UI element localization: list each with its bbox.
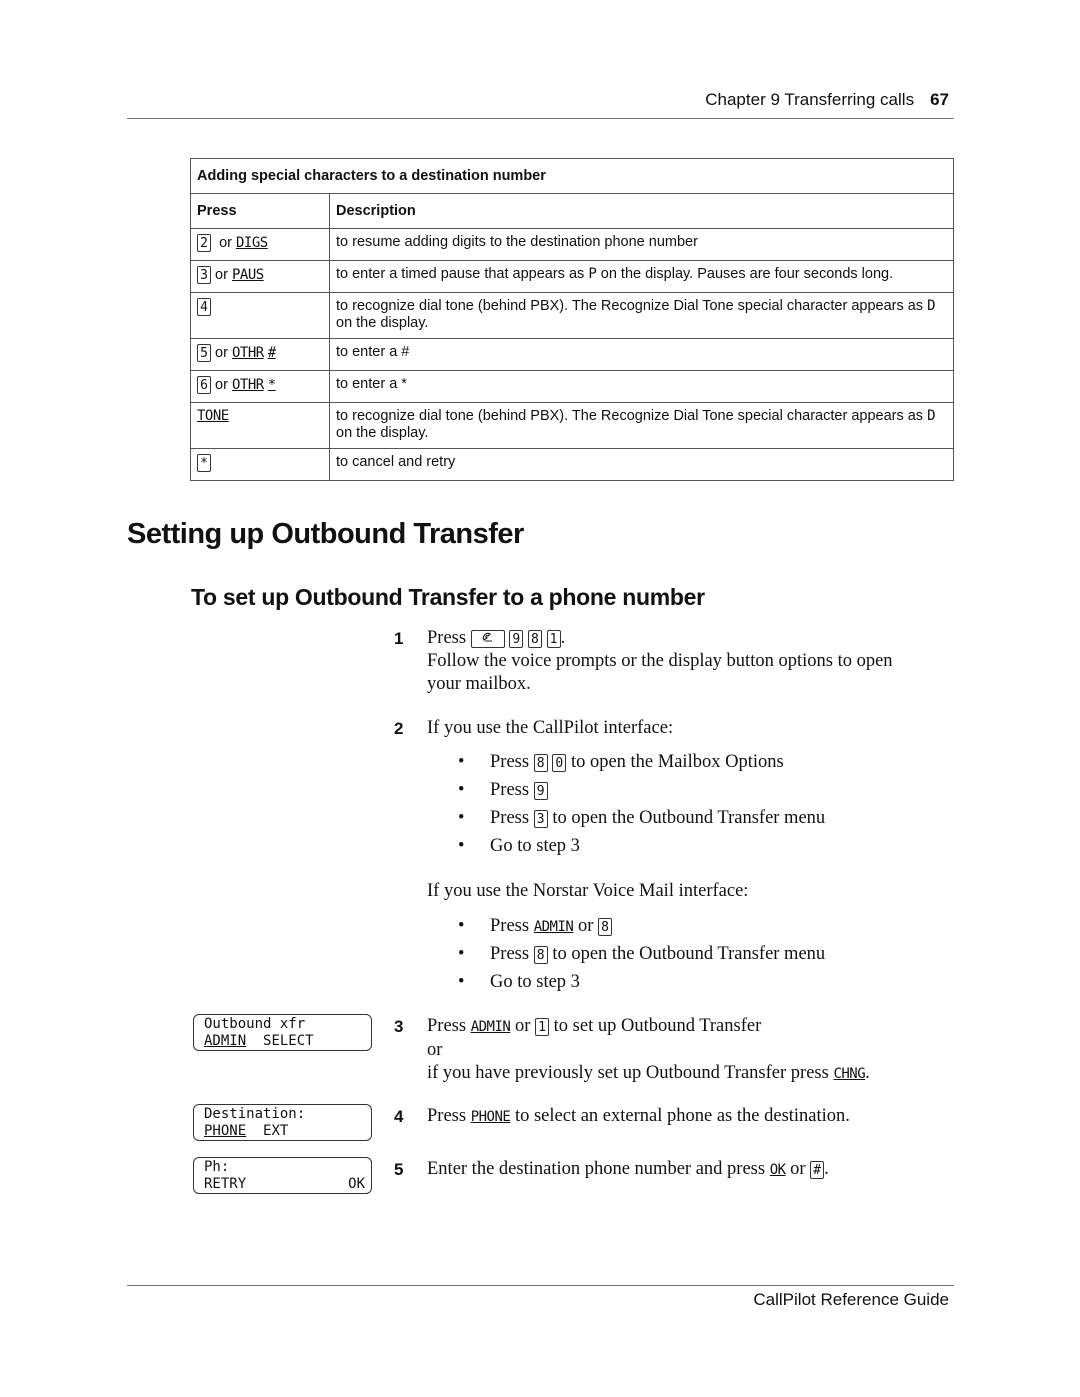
table-row: 2 or DIGS to resume adding digits to the… <box>190 228 954 261</box>
dialpad-key-icon: 4 <box>197 298 211 316</box>
footer-rule <box>127 1285 954 1286</box>
dialpad-key-icon: 2 <box>197 234 211 252</box>
bullet-icon: • <box>458 972 465 992</box>
display-softkey: EXT <box>263 1123 289 1139</box>
table-row: 5 or OTHR # to enter a # <box>190 338 954 371</box>
bullet-icon: • <box>458 916 465 936</box>
row-description: to enter a # <box>329 338 954 371</box>
dialpad-key-icon: 8 <box>527 629 542 648</box>
softkey-label: OTHR <box>231 344 264 361</box>
softkey-label: ADMIN <box>533 919 574 935</box>
dialpad-key-icon: 8 <box>598 917 613 936</box>
display-char: P <box>588 266 597 282</box>
display-line: Outbound xfr <box>204 1016 306 1032</box>
column-header-press: Press <box>190 193 330 229</box>
softkey-label: PHONE <box>470 1109 511 1125</box>
bullet-icon: • <box>458 780 465 800</box>
step-text: If you use the CallPilot interface: <box>427 718 674 738</box>
row-description: to cancel and retry <box>329 448 954 481</box>
dialpad-key-icon: 8 <box>533 753 548 772</box>
page-number: 67 <box>930 90 949 109</box>
step-text: Press <box>427 628 467 648</box>
dialpad-key-icon: 5 <box>197 344 211 362</box>
step-2: 2 If you use the CallPilot interface: <box>394 717 954 740</box>
dialpad-key-icon: 3 <box>533 809 548 828</box>
running-header: Chapter 9 Transferring calls 67 <box>705 90 949 110</box>
display-line: Ph: <box>204 1159 230 1175</box>
table-row: 4 to recognize dial tone (behind PBX). T… <box>190 292 954 339</box>
display-char: D <box>927 298 936 314</box>
column-header-description: Description <box>329 193 954 229</box>
dialpad-key-icon: 1 <box>546 629 561 648</box>
dialpad-key-icon: 0 <box>552 753 567 772</box>
step-text: your mailbox. <box>427 674 531 694</box>
or-text: or <box>215 376 228 393</box>
step-number: 5 <box>394 1160 404 1179</box>
softkey-label: TONE <box>197 408 229 424</box>
step-1: 1 Press 9 8 1. Follow the voice prompts … <box>394 628 893 694</box>
row-description: to enter a * <box>329 370 954 403</box>
table-row: 6 or OTHR * to enter a * <box>190 370 954 403</box>
dialpad-key-icon: 9 <box>533 781 548 800</box>
softkey-label: DIGS <box>236 234 268 251</box>
step-text: Follow the voice prompts or the display … <box>427 651 893 671</box>
table-row: TONE to recognize dial tone (behind PBX)… <box>190 402 954 449</box>
dialpad-key-icon: 3 <box>197 266 211 284</box>
bullet-icon: • <box>458 944 465 964</box>
step-number: 3 <box>394 1017 404 1036</box>
display-phone: Ph: RETRY OK <box>193 1157 372 1194</box>
bullet-icon: • <box>458 752 465 772</box>
or-text: or <box>219 234 232 251</box>
chapter-title: Chapter 9 Transferring calls <box>705 90 915 109</box>
softkey-label: OTHR <box>231 376 264 393</box>
dialpad-key-icon: 9 <box>509 629 524 648</box>
display-softkey: OK <box>348 1176 365 1192</box>
special-characters-table: Adding special characters to a destinati… <box>190 158 954 481</box>
display-outbound-xfr: Outbound xfr ADMIN SELECT <box>193 1014 372 1051</box>
bullet-icon: • <box>458 808 465 828</box>
step-number: 2 <box>394 719 404 738</box>
row-description: to recognize dial tone (behind PBX). The… <box>329 402 954 449</box>
row-description: to enter a timed pause that appears as P… <box>329 260 954 293</box>
dialpad-key-icon: 1 <box>535 1017 550 1036</box>
hash-key-label: # <box>267 344 276 361</box>
softkey-label: PAUS <box>231 266 264 283</box>
step-number: 4 <box>394 1107 404 1126</box>
star-key-label: * <box>267 376 276 393</box>
table-row: * to cancel and retry <box>190 448 954 481</box>
step-4: 4 Press PHONE to select an external phon… <box>394 1106 850 1126</box>
display-softkey: PHONE <box>204 1123 247 1139</box>
norstar-intro: If you use the Norstar Voice Mail interf… <box>427 881 749 901</box>
step-5: 5 Enter the destination phone number and… <box>394 1159 829 1179</box>
softkey-label: OK <box>769 1162 786 1178</box>
display-softkey: RETRY <box>204 1176 247 1192</box>
display-char: D <box>927 408 936 424</box>
header-rule <box>127 118 954 119</box>
star-key-icon: * <box>197 454 211 472</box>
step-number: 1 <box>394 629 404 648</box>
softkey-label: ADMIN <box>470 1019 511 1035</box>
or-text: or <box>215 344 228 361</box>
display-softkey: SELECT <box>263 1033 314 1049</box>
footer-title: CallPilot Reference Guide <box>753 1290 949 1309</box>
table-caption: Adding special characters to a destinati… <box>190 158 954 194</box>
dialpad-key-icon: 8 <box>533 945 548 964</box>
procedure-title: To set up Outbound Transfer to a phone n… <box>191 584 705 610</box>
hash-key-icon: # <box>810 1160 825 1179</box>
or-text: or <box>215 266 228 283</box>
table-row: 3 or PAUS to enter a timed pause that ap… <box>190 260 954 293</box>
bullet-icon: • <box>458 836 465 856</box>
step-3: 3 Press ADMIN or 1 to set up Outbound Tr… <box>394 1016 870 1083</box>
dialpad-key-icon: 6 <box>197 376 211 394</box>
row-description: to recognize dial tone (behind PBX). The… <box>329 292 954 339</box>
softkey-label: CHNG <box>833 1066 866 1082</box>
row-description: to resume adding digits to the destinati… <box>329 228 954 261</box>
feature-key-icon <box>470 629 505 648</box>
display-line: Destination: <box>204 1106 306 1122</box>
display-destination: Destination: PHONE EXT <box>193 1104 372 1141</box>
display-softkey: ADMIN <box>204 1033 247 1049</box>
section-title: Setting up Outbound Transfer <box>127 518 524 550</box>
